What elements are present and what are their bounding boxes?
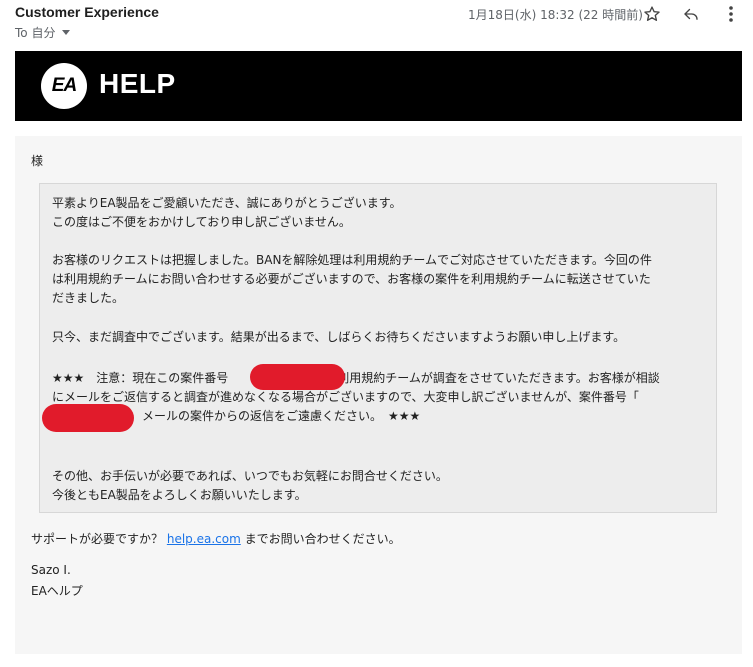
support-line: サポートが必要ですか？ help.ea.com までお問い合わせください。 <box>31 532 401 546</box>
text-line: 平素よりEA製品をご愛顧いただき、誠にありがとうございます。 <box>52 196 402 210</box>
message-box: 平素よりEA製品をご愛顧いただき、誠にありがとうございます。 この度はご不便をお… <box>39 183 717 513</box>
request-paragraph: お客様のリクエストは把握しました。BANを解除処理は利用規約チームでご対応させて… <box>52 251 708 308</box>
email-date: 1月18日(水) 18:32 (22 時間前) <box>468 8 643 22</box>
closing-paragraph: その他、お手伝いが必要であれば、いつでもお気軽にお問合せください。 今後ともEA… <box>52 467 708 505</box>
notice-paragraph: ★★★ 注意：現在この案件番号 が利用規約チームが調査をさせていただきます。お客様… <box>52 369 708 426</box>
recipient-label: To 自分 <box>15 26 56 40</box>
reply-icon <box>684 8 698 20</box>
star-button[interactable] <box>641 3 663 25</box>
ea-help-banner: EA HELP <box>15 51 742 121</box>
email-header: Customer Experience To 自分 1月18日(水) 18:32… <box>0 0 753 46</box>
sender-name[interactable]: Customer Experience <box>15 4 159 20</box>
recipient-toggle[interactable]: To 自分 <box>15 24 71 41</box>
signature-team: EAヘルプ <box>31 584 83 598</box>
signature-name: Sazo I. <box>31 563 71 577</box>
text-line: 只今、まだ調査中でございます。結果が出るまで、しばらくお待ちくださいますようお願… <box>52 330 626 344</box>
text-line: は利用規約チームにお問い合わせする必要がございますので、お客様の案件を利用規約チ… <box>52 272 651 286</box>
more-vert-icon <box>729 6 733 22</box>
text-line: ★★★ 注意：現在この案件番号 が利用規約チームが調査をさせていただきます。お客様… <box>52 371 660 385</box>
more-options-button[interactable] <box>720 3 742 25</box>
help-title: HELP <box>99 68 176 99</box>
chevron-down-icon <box>62 30 71 35</box>
text-line: この度はご不便をおかけしており申し訳ございません。 <box>52 215 351 229</box>
status-paragraph: 只今、まだ調査中でございます。結果が出るまで、しばらくお待ちくださいますようお願… <box>52 328 708 347</box>
text-line: メールの案件からの返信をご遠慮ください。 ★★★ <box>142 409 421 423</box>
email-body: 様 平素よりEA製品をご愛顧いただき、誠にありがとうございます。 この度はご不便… <box>15 136 742 654</box>
redaction-mark <box>42 404 134 432</box>
ea-logo: EA <box>41 63 87 109</box>
text-line: その他、お手伝いが必要であれば、いつでもお気軽にお問合せください。 <box>52 469 448 483</box>
help-link[interactable]: help.ea.com <box>167 532 241 546</box>
ea-logo-text: EA <box>51 75 77 96</box>
text-line: だきました。 <box>52 291 125 305</box>
text-line: 今後ともEA製品をよろしくお願いいたします。 <box>52 488 307 502</box>
star-icon <box>644 6 660 21</box>
redaction-mark <box>250 364 345 390</box>
salutation: 様 <box>31 154 44 168</box>
text-line: お客様のリクエストは把握しました。BANを解除処理は利用規約チームでご対応させて… <box>52 253 652 267</box>
text-line: にメールをご返信すると調査が進めなくなる場合がございますので、大変申し訳ございま… <box>52 390 639 404</box>
greeting-paragraph: 平素よりEA製品をご愛顧いただき、誠にありがとうございます。 この度はご不便をお… <box>52 194 708 232</box>
reply-button[interactable] <box>680 3 702 25</box>
